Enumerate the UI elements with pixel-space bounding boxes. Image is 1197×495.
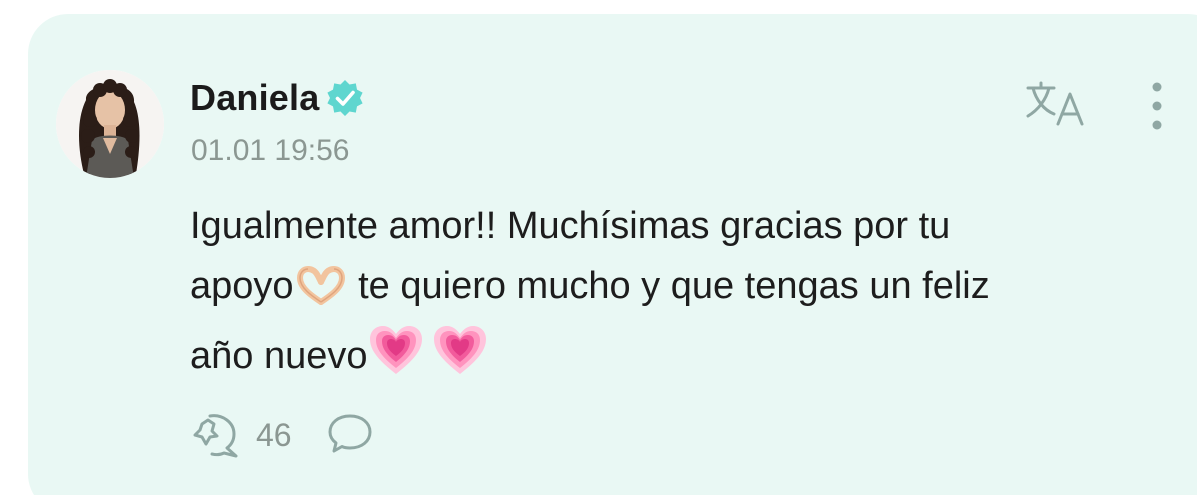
translate-button[interactable] [1024,80,1088,130]
comment-button[interactable] [326,410,380,460]
author-name[interactable]: Daniela [190,77,319,119]
avatar-photo [56,70,164,178]
post-text-segment: te quiero mucho y que tengas un feliz [347,265,990,307]
heart-hands-emoji [294,264,348,324]
post-text-segment: apoyo [190,265,294,307]
verified-badge-icon [325,78,365,118]
post-text-line-1: Igualmente amor!! Muchísimas gracias por… [190,205,951,247]
author-row: Daniela [190,76,365,120]
growing-heart-emoji [432,324,488,394]
translate-icon [1026,81,1084,126]
post-text-line-3: año nuevo [190,324,1180,394]
more-options-button[interactable] [1140,80,1174,132]
repost-button[interactable] [190,410,244,460]
repost-count: 46 [256,416,292,453]
post-text-line-2: apoyo te quiero mucho y que tengas un fe… [190,256,1180,324]
post-body: Igualmente amor!! Muchísimas gracias por… [190,196,1180,394]
post-text-segment: año nuevo [190,335,368,377]
repost-icon [193,414,238,458]
avatar[interactable] [56,70,164,178]
more-vertical-icon [1152,82,1162,130]
post-actions: 46 [190,410,380,460]
comment-icon [328,414,372,453]
post-timestamp: 01.01 19:56 [191,134,350,167]
growing-heart-emoji [368,324,424,394]
